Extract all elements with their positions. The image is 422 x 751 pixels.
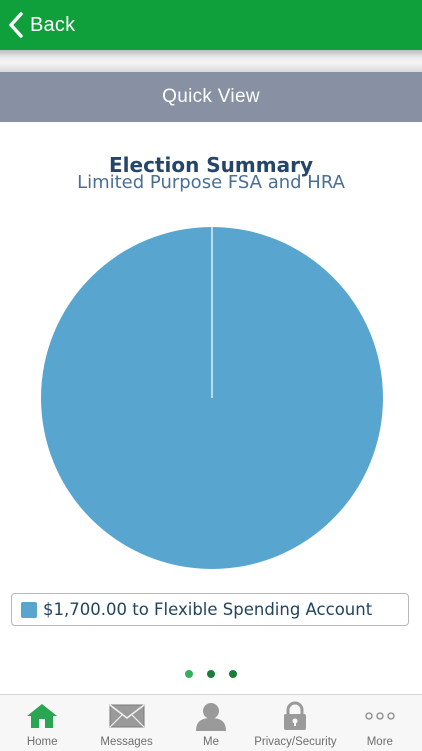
tab-privacy-security[interactable]: Privacy/Security <box>253 695 337 751</box>
page-indicator[interactable] <box>0 670 422 678</box>
tab-bar: Home Messages Me Privacy/Security More <box>0 694 422 751</box>
chevron-left-icon <box>8 12 24 38</box>
back-label: Back <box>30 13 76 36</box>
chart-legend: $1,700.00 to Flexible Spending Account <box>11 593 409 626</box>
tab-more[interactable]: More <box>338 695 422 751</box>
home-icon <box>25 701 59 731</box>
page-dot[interactable] <box>185 670 193 678</box>
tab-label: Privacy/Security <box>254 736 337 748</box>
tab-home[interactable]: Home <box>0 695 84 751</box>
tab-label: More <box>366 736 393 748</box>
ellipsis-icon <box>365 701 395 731</box>
top-bar: Back <box>0 0 422 50</box>
tab-label: Me <box>203 736 219 748</box>
header-shadow <box>0 50 422 72</box>
legend-swatch <box>21 601 37 618</box>
chart-subtitle: Limited Purpose FSA and HRA <box>77 172 345 193</box>
legend-label: $1,700.00 to Flexible Spending Account <box>43 600 373 619</box>
back-button[interactable]: Back <box>8 8 75 42</box>
tab-label: Home <box>26 736 58 748</box>
quick-view-title: Quick View <box>162 86 260 107</box>
quick-view-bar[interactable]: Quick View <box>0 72 422 122</box>
page-dot[interactable] <box>207 670 215 678</box>
tab-label: Messages <box>100 736 153 748</box>
tab-me[interactable]: Me <box>169 695 253 751</box>
pie-chart <box>41 227 383 569</box>
lock-icon <box>282 701 308 731</box>
person-icon <box>194 701 228 731</box>
tab-messages[interactable]: Messages <box>84 695 168 751</box>
envelope-icon <box>109 701 145 731</box>
page-dot[interactable] <box>229 670 237 678</box>
